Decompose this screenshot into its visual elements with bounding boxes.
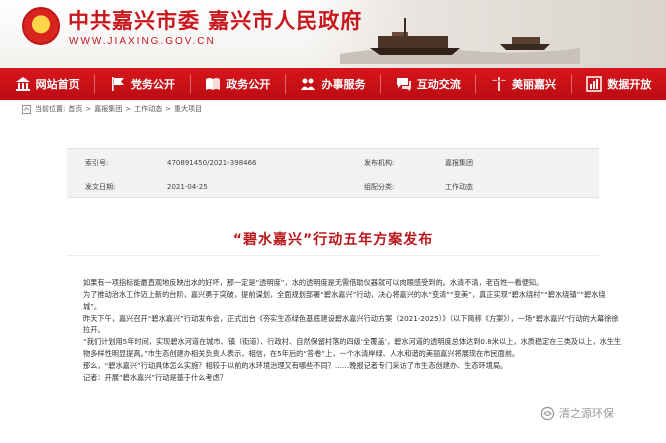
document-meta-table: 索引号: 470891450/2021-398466 发布机构: 嘉报集团 发文…	[67, 148, 599, 198]
nav-label: 办事服务	[321, 78, 366, 91]
nav-item-interaction[interactable]: 互动交流	[381, 68, 475, 100]
nav-label: 党务公开	[130, 78, 175, 91]
breadcrumb-item-group[interactable]: 嘉报集团	[94, 104, 122, 114]
party-flag-icon	[110, 76, 126, 92]
nav-label: 美丽嘉兴	[512, 78, 557, 91]
article-title: “碧水嘉兴”行动五年方案发布	[232, 232, 434, 248]
article-body: 如果有一项指标能最直观地反映出水的好坏，那一定是“透明度”，水的透明度是无需借助…	[83, 277, 623, 384]
nav-item-open-data[interactable]: 数据开放	[572, 68, 666, 100]
site-title[interactable]: 中共嘉兴市委 嘉兴市人民政府	[68, 5, 362, 35]
nav-label: 数据开放	[607, 78, 652, 91]
breadcrumb-separator: >	[85, 105, 92, 113]
category-value: 工作动态	[445, 183, 473, 191]
chat-bubble-icon	[396, 76, 412, 92]
party-emblem-icon	[22, 7, 60, 45]
wechat-channel-icon	[540, 406, 555, 420]
article-paragraph: 记者：开展“碧水嘉兴”行动是基于什么考虑？	[83, 372, 228, 382]
nav-label: 政务公开	[226, 78, 271, 91]
wechat-watermark: 清之源环保	[540, 405, 614, 421]
breadcrumb-item-home[interactable]: 首页	[68, 104, 82, 114]
breadcrumb-separator: >	[125, 105, 132, 113]
index-label: 索引号:	[85, 159, 109, 167]
government-book-icon	[205, 76, 221, 92]
nav-item-home[interactable]: 网站首页	[0, 68, 94, 100]
article-paragraph: 那么，“碧水嘉兴”行动具体怎么实施？相较于以前的水环境治理又有哪些不同？……晚报…	[83, 360, 508, 370]
nav-label: 互动交流	[416, 78, 461, 91]
title-divider	[67, 255, 599, 256]
main-nav: 网站首页 党务公开 政务公开 办事服务 互动交流 美丽嘉兴 数据开放	[0, 68, 666, 100]
nav-item-services[interactable]: 办事服务	[286, 68, 380, 100]
org-value: 嘉报集团	[445, 159, 473, 167]
article-paragraph: 为了推动治水工作迈上新的台阶，嘉兴勇于突破，提前谋划，全面规划部署“碧水嘉兴”行…	[83, 290, 606, 311]
nav-item-beautiful-jiaxing[interactable]: 美丽嘉兴	[476, 68, 570, 100]
meta-row: 发文日期: 2021-04-25 组配分类: 工作动态	[67, 181, 599, 193]
breadcrumb-item-major-projects[interactable]: 重大项目	[174, 104, 202, 114]
chart-icon	[586, 76, 603, 92]
building-icon	[15, 76, 31, 92]
index-value: 470891450/2021-398466	[167, 159, 257, 167]
location-pin-icon	[22, 104, 31, 114]
nav-item-party-affairs[interactable]: 党务公开	[95, 68, 189, 100]
red-boat-illustration	[340, 18, 580, 64]
article-paragraph: 如果有一项指标能最直观地反映出水的好坏，那一定是“透明度”，水的透明度是无需借助…	[83, 278, 544, 287]
breadcrumb: 当前位置: 首页 > 嘉报集团 > 工作动态 > 重大项目	[22, 102, 646, 116]
site-header-banner: 中共嘉兴市委 嘉兴市人民政府 WWW.JIAXING.GOV.CN	[0, 0, 666, 68]
nav-item-government-affairs[interactable]: 政务公开	[191, 68, 285, 100]
breadcrumb-item-work-news[interactable]: 工作动态	[134, 104, 162, 114]
article-paragraph: “我们计划用5年时间，实现碧水河道在城市、镇（街道）、行政村、自然保留村落的四级…	[83, 337, 622, 358]
breadcrumb-prefix: 当前位置:	[35, 105, 66, 113]
palm-tree-icon	[491, 76, 507, 92]
breadcrumb-separator: >	[165, 105, 171, 113]
date-value: 2021-04-25	[167, 183, 208, 191]
org-label: 发布机构:	[364, 159, 395, 167]
meta-row: 索引号: 470891450/2021-398466 发布机构: 嘉报集团	[67, 157, 599, 169]
article-paragraph: 昨天下午，嘉兴召开“碧水嘉兴”行动发布会，正式出台《夯实生态绿色基底建设碧水嘉兴…	[83, 313, 619, 335]
date-label: 发文日期:	[85, 183, 116, 191]
watermark-text: 清之源环保	[559, 407, 614, 420]
nav-label: 网站首页	[35, 78, 80, 91]
site-url: WWW.JIAXING.GOV.CN	[69, 36, 216, 47]
category-label: 组配分类:	[364, 183, 395, 191]
people-service-icon	[300, 76, 316, 92]
